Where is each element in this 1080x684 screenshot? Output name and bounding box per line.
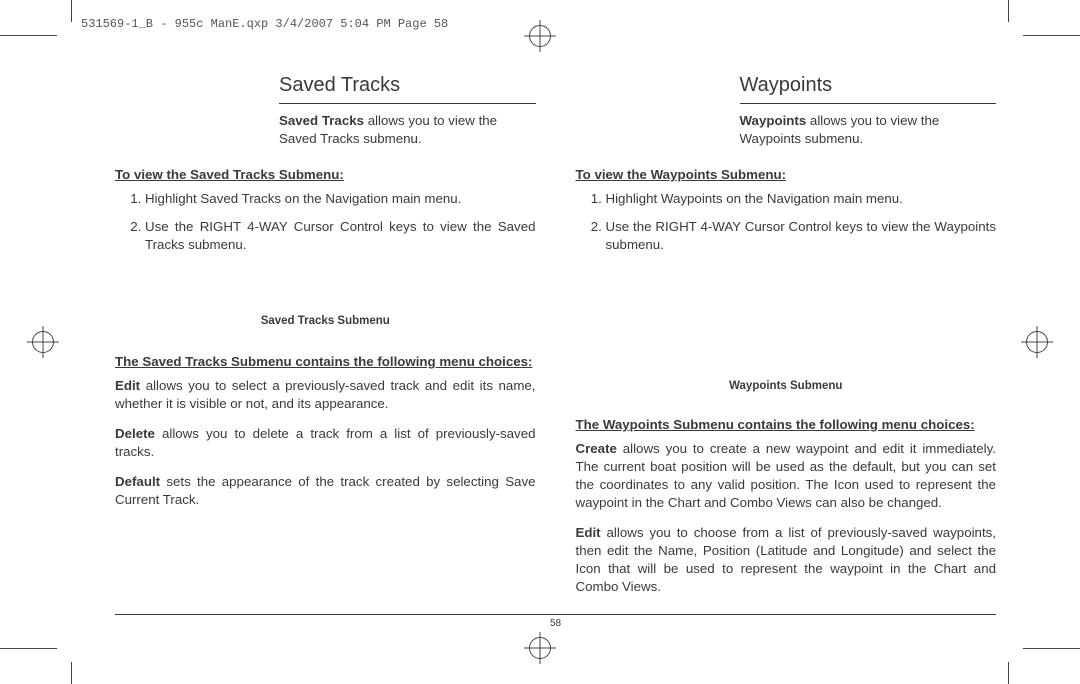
step-item: Use the RIGHT 4-WAY Cursor Control keys …: [145, 218, 536, 254]
label-bold: Delete: [115, 426, 155, 441]
label-rest: allows you to create a new waypoint and …: [576, 441, 997, 510]
saved-tracks-edit: Edit allows you to select a previously-s…: [115, 377, 536, 413]
waypoints-choices-heading: The Waypoints Submenu contains the follo…: [576, 416, 997, 434]
page-content: Saved Tracks Saved Tracks allows you to …: [115, 72, 996, 615]
crop-mark: [1023, 648, 1080, 649]
print-header: 531569-1_B - 955c ManE.qxp 3/4/2007 5:04…: [81, 17, 448, 31]
waypoints-steps: Highlight Waypoints on the Navigation ma…: [576, 190, 997, 254]
crop-mark: [1023, 35, 1080, 36]
column-waypoints: Waypoints Waypoints allows you to view t…: [576, 72, 997, 615]
waypoints-caption: Waypoints Submenu: [576, 379, 997, 395]
column-saved-tracks: Saved Tracks Saved Tracks allows you to …: [115, 72, 536, 615]
step-item: Use the RIGHT 4-WAY Cursor Control keys …: [606, 218, 997, 254]
step-item: Highlight Saved Tracks on the Navigation…: [145, 190, 536, 208]
footer-rule: 58: [115, 614, 996, 615]
label-bold: Edit: [115, 378, 140, 393]
waypoints-view-heading: To view the Waypoints Submenu:: [576, 166, 997, 184]
registration-mark-icon: [1026, 331, 1048, 353]
crop-mark: [1008, 0, 1009, 22]
saved-tracks-steps: Highlight Saved Tracks on the Navigation…: [115, 190, 536, 254]
intro-bold: Waypoints: [740, 113, 807, 128]
waypoints-create: Create allows you to create a new waypoi…: [576, 440, 997, 512]
label-rest: sets the appearance of the track created…: [115, 474, 536, 507]
crop-mark: [0, 648, 57, 649]
crop-mark: [0, 35, 57, 36]
label-rest: allows you to choose from a list of prev…: [576, 525, 997, 594]
waypoints-title: Waypoints: [740, 72, 997, 104]
registration-mark-icon: [529, 637, 551, 659]
registration-mark-icon: [32, 331, 54, 353]
label-bold: Default: [115, 474, 160, 489]
label-rest: allows you to select a previously-saved …: [115, 378, 536, 411]
page-number: 58: [550, 618, 561, 629]
saved-tracks-view-heading: To view the Saved Tracks Submenu:: [115, 166, 536, 184]
waypoints-edit: Edit allows you to choose from a list of…: [576, 524, 997, 596]
registration-mark-icon: [529, 25, 551, 47]
waypoints-intro: Waypoints allows you to view the Waypoin…: [740, 112, 997, 148]
saved-tracks-caption: Saved Tracks Submenu: [115, 314, 536, 330]
step-item: Highlight Waypoints on the Navigation ma…: [606, 190, 997, 208]
saved-tracks-default: Default sets the appearance of the track…: [115, 473, 536, 509]
label-bold: Create: [576, 441, 617, 456]
crop-mark: [1008, 662, 1009, 684]
crop-mark: [71, 662, 72, 684]
label-rest: allows you to delete a track from a list…: [115, 426, 536, 459]
label-bold: Edit: [576, 525, 601, 540]
saved-tracks-delete: Delete allows you to delete a track from…: [115, 425, 536, 461]
crop-mark: [71, 0, 72, 22]
saved-tracks-title: Saved Tracks: [279, 72, 536, 104]
intro-bold: Saved Tracks: [279, 113, 364, 128]
saved-tracks-intro: Saved Tracks allows you to view the Save…: [279, 112, 536, 148]
saved-tracks-choices-heading: The Saved Tracks Submenu contains the fo…: [115, 353, 536, 371]
